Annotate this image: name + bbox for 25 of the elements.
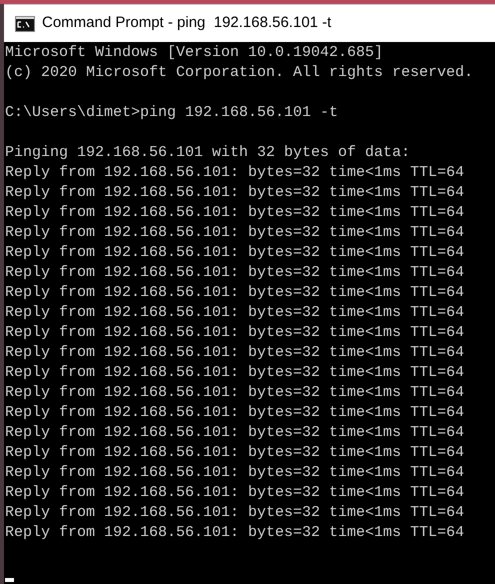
console-line: Reply from 192.168.56.101: bytes=32 time<1ms TTL=64 xyxy=(5,224,464,241)
console-line: Reply from 192.168.56.101: bytes=32 time<1ms TTL=64 xyxy=(5,384,464,401)
console-line: Reply from 192.168.56.101: bytes=32 time<1ms TTL=64 xyxy=(5,244,464,261)
console-line: Reply from 192.168.56.101: bytes=32 time<1ms TTL=64 xyxy=(5,464,464,481)
console-line: Reply from 192.168.56.101: bytes=32 time<1ms TTL=64 xyxy=(5,304,464,321)
console-line: Reply from 192.168.56.101: bytes=32 time<1ms TTL=64 xyxy=(5,164,464,181)
console-line: Reply from 192.168.56.101: bytes=32 time<1ms TTL=64 xyxy=(5,324,464,341)
console-line: Reply from 192.168.56.101: bytes=32 time<1ms TTL=64 xyxy=(5,444,464,461)
console-line: Reply from 192.168.56.101: bytes=32 time<1ms TTL=64 xyxy=(5,184,464,201)
console-line: C:\Users\dimet>ping 192.168.56.101 -t xyxy=(5,104,338,121)
console-line: Reply from 192.168.56.101: bytes=32 time<1ms TTL=64 xyxy=(5,264,464,281)
console-line: Reply from 192.168.56.101: bytes=32 time<1ms TTL=64 xyxy=(5,344,464,361)
window-title: Command Prompt - ping 192.168.56.101 -t xyxy=(42,13,332,34)
console-line: Reply from 192.168.56.101: bytes=32 time<1ms TTL=64 xyxy=(5,204,464,221)
console-line: Reply from 192.168.56.101: bytes=32 time<1ms TTL=64 xyxy=(5,504,464,521)
console-line: (c) 2020 Microsoft Corporation. All rights reserved. xyxy=(5,64,474,81)
console-line: Reply from 192.168.56.101: bytes=32 time<1ms TTL=64 xyxy=(5,524,464,541)
console-line: Reply from 192.168.56.101: bytes=32 time<1ms TTL=64 xyxy=(5,404,464,421)
console-line: Reply from 192.168.56.101: bytes=32 time<1ms TTL=64 xyxy=(5,424,464,441)
console-line: Reply from 192.168.56.101: bytes=32 time<1ms TTL=64 xyxy=(5,364,464,381)
console-line: Microsoft Windows [Version 10.0.19042.685] xyxy=(5,44,384,61)
console-line: Pinging 192.168.56.101 with 32 bytes of data: xyxy=(5,144,410,161)
console-line: Reply from 192.168.56.101: bytes=32 time<1ms TTL=64 xyxy=(5,284,464,301)
terminal-icon xyxy=(15,16,35,32)
console-line: Reply from 192.168.56.101: bytes=32 time<1ms TTL=64 xyxy=(5,484,464,501)
